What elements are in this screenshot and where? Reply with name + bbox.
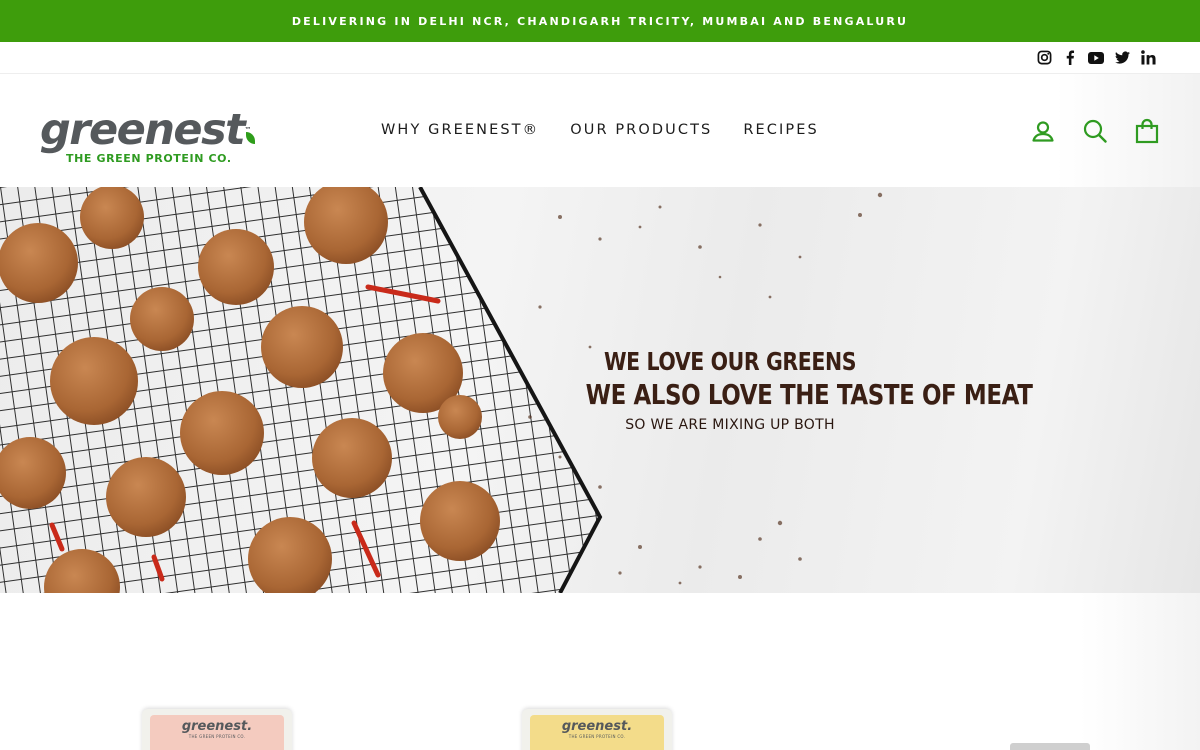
product-pack-label: greenest. THE GREEN PROTEIN CO. [530, 715, 664, 750]
nav-why-greenest[interactable]: WHY GREENEST® [381, 122, 539, 138]
youtube-icon[interactable] [1088, 50, 1104, 66]
site-header: greenest ™ THE GREEN PROTEIN CO. WHY GREE… [0, 74, 1200, 187]
social-bar [0, 42, 1200, 74]
product-card-2[interactable]: greenest. THE GREEN PROTEIN CO. [522, 709, 672, 750]
brand-logo[interactable]: greenest ™ THE GREEN PROTEIN CO. [40, 102, 255, 165]
products-section: greenest. THE GREEN PROTEIN CO. greenest… [0, 593, 1200, 750]
nav-recipes[interactable]: RECIPES [743, 122, 818, 138]
product-brand-sub: THE GREEN PROTEIN CO. [568, 734, 626, 739]
logo-tagline: THE GREEN PROTEIN CO. [66, 152, 232, 165]
product-brand: greenest. [181, 719, 253, 734]
announcement-bar: DELIVERING IN DELHI NCR, CHANDIGARH TRIC… [0, 0, 1200, 42]
facebook-icon[interactable] [1062, 50, 1078, 66]
logo-wordmark: greenest ™ [40, 102, 255, 155]
hero-subheadline: SO WE ARE MIXING UP BOTH [625, 417, 835, 433]
nav-our-products[interactable]: OUR PRODUCTS [570, 122, 712, 138]
twitter-icon[interactable] [1114, 50, 1130, 66]
announcement-text: DELIVERING IN DELHI NCR, CHANDIGARH TRIC… [291, 14, 909, 28]
hero-headline-2: WE ALSO LOVE THE TASTE OF MEAT [585, 378, 1033, 411]
logo-word-text: greenest [40, 105, 246, 155]
product-brand-sub: THE GREEN PROTEIN CO. [188, 734, 246, 739]
product-card-1[interactable]: greenest. THE GREEN PROTEIN CO. [142, 709, 292, 750]
instagram-icon[interactable] [1036, 50, 1052, 66]
main-nav: WHY GREENEST® OUR PRODUCTS RECIPES [381, 122, 819, 138]
header-icons [1030, 118, 1160, 144]
product-pack-label: greenest. THE GREEN PROTEIN CO. [150, 715, 284, 750]
logo-trademark: ™ [244, 126, 252, 134]
hero-banner[interactable]: WE LOVE OUR GREENS WE ALSO LOVE THE TAST… [0, 187, 1200, 593]
account-icon[interactable] [1030, 118, 1056, 144]
product-card-3[interactable] [1010, 743, 1090, 750]
hero-text: WE LOVE OUR GREENS WE ALSO LOVE THE TAST… [554, 347, 1033, 433]
hero-headline-1: WE LOVE OUR GREENS [603, 347, 857, 376]
linkedin-icon[interactable] [1140, 50, 1156, 66]
cart-icon[interactable] [1134, 118, 1160, 144]
search-icon[interactable] [1082, 118, 1108, 144]
product-brand: greenest. [561, 719, 633, 734]
